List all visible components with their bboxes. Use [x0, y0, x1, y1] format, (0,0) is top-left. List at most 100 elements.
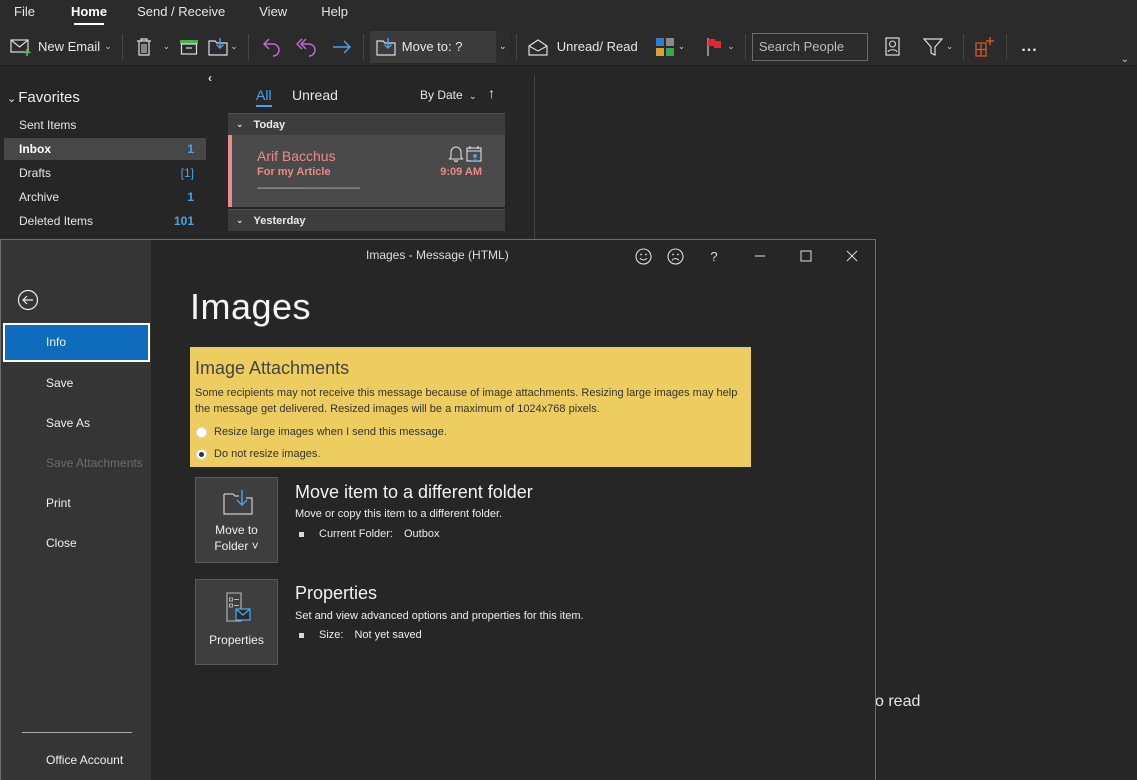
radio-button-checked[interactable]	[196, 448, 207, 460]
archive-icon	[178, 36, 200, 58]
group-header-today[interactable]: ⌄ Today	[228, 113, 505, 135]
nav-save[interactable]: Save	[3, 364, 150, 403]
nav-close[interactable]: Close	[3, 524, 150, 563]
nav-info[interactable]: Info	[3, 323, 150, 362]
toolbar-divider	[515, 33, 517, 60]
backstage-nav: Info Save Save As Save Attachments Print…	[1, 240, 151, 780]
categorize-button[interactable]: ⌄	[650, 32, 690, 62]
filter-unread-tab[interactable]: Unread	[292, 87, 338, 103]
unread-read-label: Unread/ Read	[556, 39, 638, 54]
help-button[interactable]: ?	[703, 246, 725, 266]
chevron-down-icon[interactable]: ⌄	[946, 41, 954, 52]
reading-pane-text: o read	[875, 693, 921, 710]
tab-file[interactable]: File	[6, 0, 43, 28]
toolbar-divider	[1006, 33, 1008, 60]
reminder-bell-icon	[448, 145, 464, 167]
chevron-down-icon[interactable]: ⌄	[163, 41, 171, 52]
nav-office-account[interactable]: Office Account	[46, 753, 123, 767]
chevron-down-icon[interactable]: ⌄	[104, 41, 112, 52]
chevron-down-icon[interactable]: ⌄	[727, 41, 735, 52]
frown-feedback-icon[interactable]	[664, 246, 686, 266]
radio-button[interactable]	[196, 426, 207, 438]
current-folder-detail: Current Folder: Outbox	[299, 528, 439, 540]
more-commands-button[interactable]: ...	[1017, 32, 1041, 62]
nav-divider	[22, 732, 132, 733]
message-window: Info Save Save As Save Attachments Print…	[0, 239, 876, 780]
filter-icon	[922, 36, 944, 58]
add-apps-button[interactable]	[970, 32, 1000, 62]
pane-divider[interactable]	[534, 75, 535, 240]
resize-images-option[interactable]: Resize large images when I send this mes…	[196, 426, 447, 438]
move-button[interactable]: ⌄	[204, 32, 242, 62]
address-book-button[interactable]	[878, 32, 908, 62]
close-icon[interactable]	[841, 246, 863, 266]
chevron-down-icon: ⌄	[236, 215, 244, 225]
message-subject: For my Article	[257, 166, 331, 178]
nav-save-attachments: Save Attachments	[46, 456, 143, 470]
folder-inbox[interactable]: Inbox 1	[4, 138, 206, 160]
message-time: 9:09 AM	[440, 166, 482, 178]
ribbon-collapse-icon[interactable]: ⌄	[1121, 54, 1129, 65]
outlook-window: File Home Send / Receive View Help New E…	[0, 0, 1137, 780]
folder-sent-items[interactable]: Sent Items	[4, 114, 206, 136]
tab-view[interactable]: View	[251, 0, 295, 28]
detail-value: Not yet saved	[354, 629, 422, 641]
follow-up-button[interactable]: ⌄	[699, 32, 739, 62]
reply-button[interactable]	[255, 32, 285, 62]
toolbar-divider	[362, 33, 364, 60]
search-people-input[interactable]: Search People	[751, 32, 868, 61]
message-icons	[448, 145, 483, 167]
address-book-icon	[882, 36, 904, 58]
chevron-down-icon[interactable]: ⌄	[230, 41, 238, 52]
image-attachments-title: Image Attachments	[195, 358, 350, 378]
bullet-icon	[299, 531, 304, 537]
move-to-quickstep[interactable]: Move to: ?	[369, 30, 496, 63]
toolbar-divider	[247, 33, 249, 60]
group-label: Yesterday	[253, 214, 306, 227]
tab-home[interactable]: Home	[63, 0, 115, 28]
toolbar-divider	[744, 33, 746, 60]
quickstep-dropdown[interactable]: ⌄	[495, 30, 510, 63]
archive-button[interactable]	[174, 32, 204, 62]
do-not-resize-option[interactable]: Do not resize images.	[196, 448, 320, 460]
reply-all-button[interactable]	[291, 32, 321, 62]
move-section-description: Move or copy this item to a different fo…	[295, 508, 503, 520]
folder-drafts[interactable]: Drafts [1]	[4, 162, 206, 184]
nav-save-as[interactable]: Save As	[3, 404, 150, 443]
filter-email-button[interactable]: ⌄	[918, 32, 958, 62]
folder-count: 1	[187, 190, 194, 204]
unread-read-button[interactable]: Unread/ Read	[523, 32, 642, 62]
properties-button[interactable]: Properties	[195, 579, 278, 665]
minimize-icon[interactable]	[749, 246, 771, 266]
message-item[interactable]: Arif Bacchus For my Article 9:09 AM ----…	[228, 135, 505, 207]
chevron-down-icon[interactable]: ⌄	[678, 41, 686, 52]
maximize-icon[interactable]	[795, 246, 817, 266]
collapse-pane-icon[interactable]: ‹	[208, 71, 212, 85]
chevron-down-icon: ⌄	[498, 41, 507, 51]
sort-direction-icon[interactable]: ↑	[488, 85, 495, 101]
categories-icon	[654, 36, 676, 58]
chevron-down-icon: ⌄	[236, 119, 244, 129]
tab-help[interactable]: Help	[313, 0, 356, 28]
nav-print[interactable]: Print	[3, 484, 150, 523]
move-to-folder-button[interactable]: Move to Folder ˅	[195, 477, 278, 563]
group-header-yesterday[interactable]: ⌄ Yesterday	[228, 209, 505, 231]
new-email-button[interactable]: New Email ⌄	[6, 32, 116, 62]
folder-archive[interactable]: Archive 1	[4, 186, 206, 208]
favorites-header[interactable]: ⌄ Favorites	[7, 89, 80, 106]
detail-key: Current Folder:	[319, 528, 393, 540]
reply-all-icon	[295, 36, 317, 58]
smile-feedback-icon[interactable]	[632, 246, 654, 266]
folder-deleted-items[interactable]: Deleted Items 101	[4, 210, 206, 232]
back-button[interactable]	[17, 289, 39, 311]
forward-button[interactable]	[327, 32, 357, 62]
group-label: Today	[253, 118, 286, 131]
tab-send-receive[interactable]: Send / Receive	[129, 0, 233, 28]
delete-button[interactable]: ⌄	[129, 32, 175, 62]
detail-key: Size:	[319, 629, 344, 641]
folder-label: Sent Items	[19, 118, 77, 132]
filter-all-tab[interactable]: All	[256, 87, 272, 107]
sort-by-dropdown[interactable]: By Date ⌄	[420, 88, 477, 102]
properties-icon	[224, 592, 252, 629]
bullet-icon	[299, 632, 304, 638]
